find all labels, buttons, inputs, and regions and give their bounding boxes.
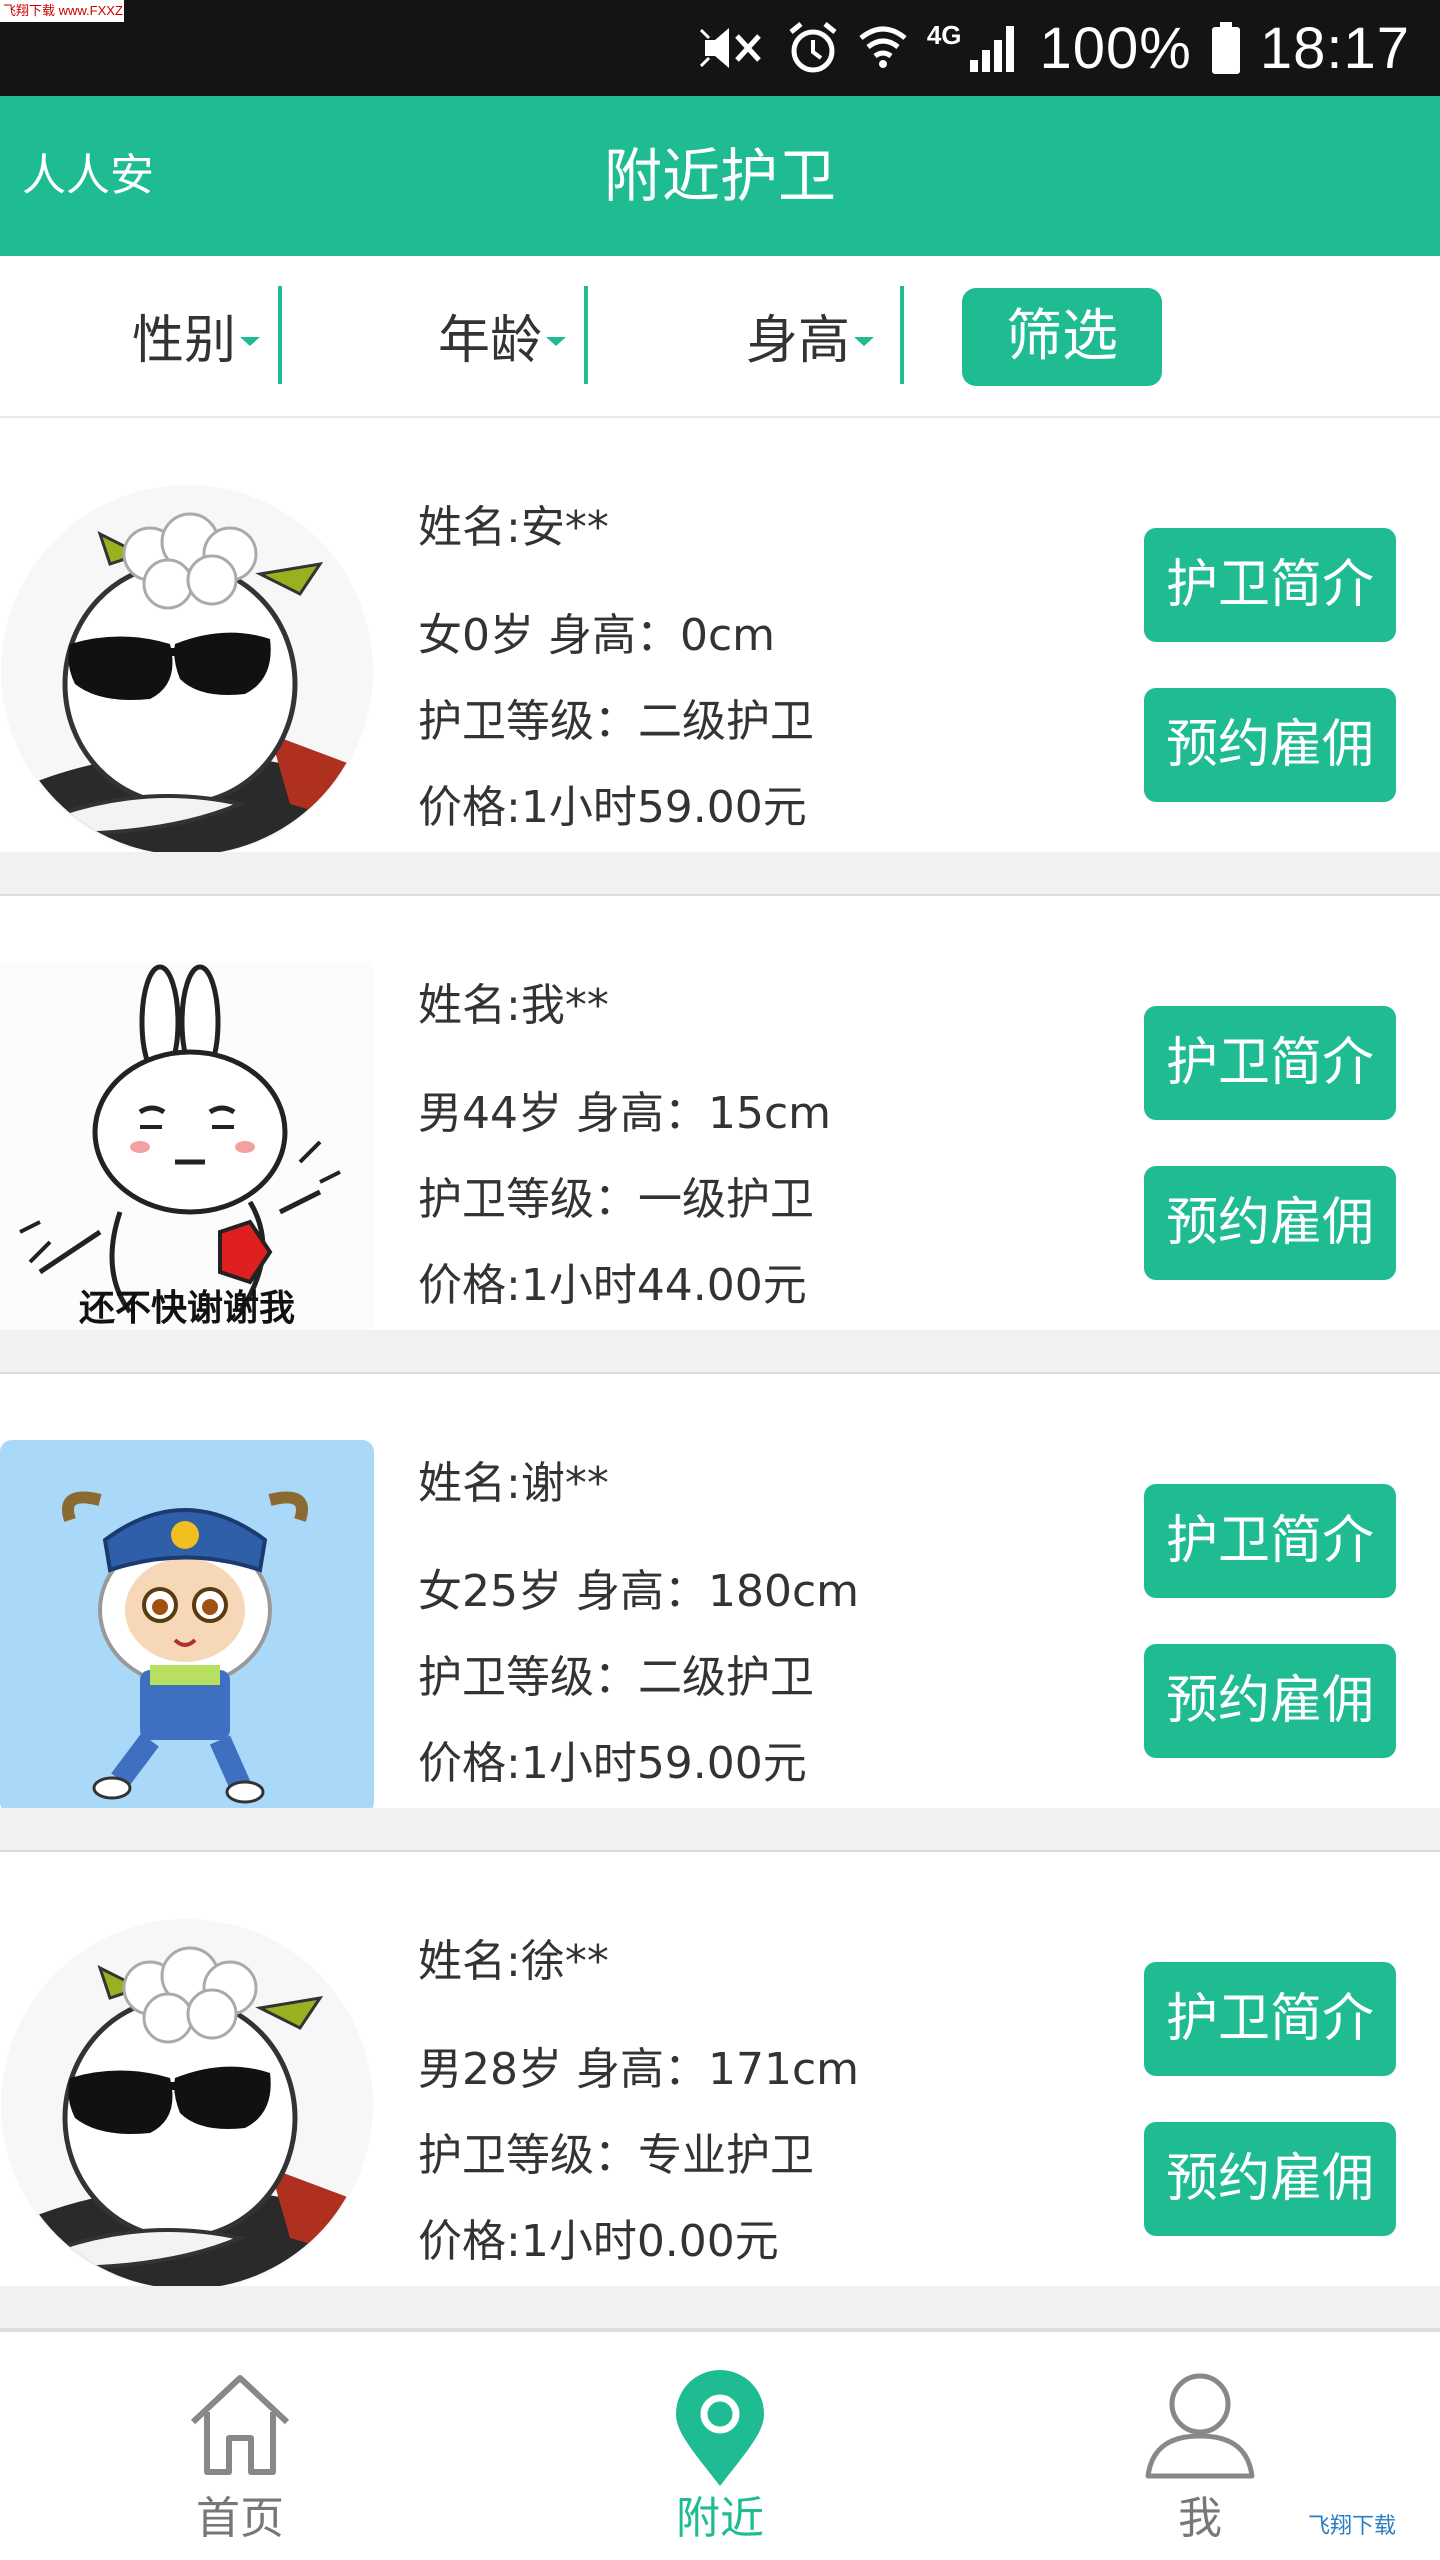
corner-watermark: 飞翔下载 xyxy=(1272,2502,1432,2550)
guard-level: 护卫等级：二级护卫 xyxy=(418,1652,814,1703)
guard-level: 护卫等级：二级护卫 xyxy=(418,696,814,747)
guard-list: 姓名:安** 女0岁 身高：0cm 护卫等级：二级护卫 价格:1小时59.00元… xyxy=(0,418,1440,2330)
guard-card[interactable]: 姓名:谢** 女25岁 身高：180cm 护卫等级：二级护卫 价格:1小时59.… xyxy=(0,1374,1440,1852)
guard-price: 价格:1小时0.00元 xyxy=(418,2216,779,2267)
home-icon xyxy=(185,2370,295,2482)
gender-filter-label: 性别 xyxy=(131,311,236,371)
guard-name: 姓名:安** xyxy=(418,502,609,553)
dropdown-arrow-icon xyxy=(240,336,260,346)
guard-basic: 女0岁 身高：0cm xyxy=(418,610,776,661)
guard-intro-button[interactable]: 护卫简介 xyxy=(1144,1484,1396,1598)
guard-intro-button[interactable]: 护卫简介 xyxy=(1144,1962,1396,2076)
page-title: 附近护卫 xyxy=(603,142,836,210)
hire-button[interactable]: 预约雇佣 xyxy=(1144,1644,1396,1758)
dropdown-arrow-icon xyxy=(854,336,874,346)
hire-button[interactable]: 预约雇佣 xyxy=(1144,688,1396,802)
hire-button[interactable]: 预约雇佣 xyxy=(1144,1166,1396,1280)
guard-price: 价格:1小时44.00元 xyxy=(418,1260,807,1311)
guard-name: 姓名:谢** xyxy=(418,1458,609,1509)
hire-button[interactable]: 预约雇佣 xyxy=(1144,2122,1396,2236)
guard-basic: 男44岁 身高：15cm xyxy=(418,1088,832,1139)
guard-info: 姓名:谢** 女25岁 身高：180cm 护卫等级：二级护卫 价格:1小时59.… xyxy=(418,1452,859,1796)
person-icon xyxy=(1144,2370,1256,2484)
age-filter[interactable]: 年龄 xyxy=(400,292,566,390)
avatar-caption: 还不快谢谢我 xyxy=(79,1288,295,1329)
gender-filter[interactable]: 性别 xyxy=(100,292,260,390)
filter-divider xyxy=(584,286,588,384)
location-pin-icon xyxy=(672,2370,768,2494)
tab-nearby[interactable]: 附近 xyxy=(570,2332,870,2560)
app-header: 人人安 附近护卫 xyxy=(0,96,1440,256)
guard-price: 价格:1小时59.00元 xyxy=(418,782,807,833)
signal-icon xyxy=(968,22,1022,74)
app-root: 飞翔下载 www.FXXZ.com xyxy=(0,0,1440,2560)
height-filter[interactable]: 身高 xyxy=(700,292,874,390)
avatar: 还不快谢谢我 xyxy=(0,962,374,1336)
guard-price: 价格:1小时59.00元 xyxy=(418,1738,807,1789)
mute-icon xyxy=(699,22,769,74)
avatar xyxy=(0,1440,374,1814)
guard-level: 护卫等级：专业护卫 xyxy=(418,2130,814,2181)
card-separator xyxy=(0,2286,1440,2330)
guard-info: 姓名:徐** 男28岁 身高：171cm 护卫等级：专业护卫 价格:1小时0.0… xyxy=(418,1930,859,2274)
tab-home[interactable]: 首页 xyxy=(90,2332,390,2560)
guard-intro-button[interactable]: 护卫简介 xyxy=(1144,1006,1396,1120)
height-filter-label: 身高 xyxy=(745,311,850,371)
guard-level: 护卫等级：一级护卫 xyxy=(418,1174,814,1225)
status-icons: 4G 100% 18:17 xyxy=(699,0,1410,96)
guard-card[interactable]: 姓名:安** 女0岁 身高：0cm 护卫等级：二级护卫 价格:1小时59.00元… xyxy=(0,418,1440,896)
filter-bar: 性别 年龄 身高 筛选 xyxy=(0,256,1440,418)
age-filter-label: 年龄 xyxy=(437,311,542,371)
guard-intro-button[interactable]: 护卫简介 xyxy=(1144,528,1396,642)
guard-name: 姓名:我** xyxy=(418,980,609,1031)
battery-icon xyxy=(1210,20,1242,76)
guard-info: 姓名:安** 女0岁 身高：0cm 护卫等级：二级护卫 价格:1小时59.00元 xyxy=(418,496,814,840)
guard-basic: 女25岁 身高：180cm xyxy=(418,1566,860,1617)
wifi-icon xyxy=(857,22,909,74)
dropdown-arrow-icon xyxy=(546,336,566,346)
card-separator xyxy=(0,852,1440,896)
watermark: 飞翔下载 www.FXXZ.com xyxy=(0,0,124,22)
guard-card[interactable]: 姓名:徐** 男28岁 身高：171cm 护卫等级：专业护卫 价格:1小时0.0… xyxy=(0,1852,1440,2330)
bottom-tab-bar: 首页 附近 我 飞翔下载 xyxy=(0,2330,1440,2560)
card-separator xyxy=(0,1808,1440,1852)
guard-basic: 男28岁 身高：171cm xyxy=(418,2044,860,2095)
filter-button[interactable]: 筛选 xyxy=(962,288,1162,386)
battery-percent: 100% xyxy=(1039,15,1192,81)
filter-divider xyxy=(900,286,904,384)
guard-name: 姓名:徐** xyxy=(418,1936,609,1987)
tab-nearby-label: 附近 xyxy=(676,2493,764,2544)
guard-info: 姓名:我** 男44岁 身高：15cm 护卫等级：一级护卫 价格:1小时44.0… xyxy=(418,974,831,1318)
status-bar: 飞翔下载 www.FXXZ.com xyxy=(0,0,1440,96)
clock: 18:17 xyxy=(1259,15,1410,81)
avatar xyxy=(0,484,374,858)
guard-card[interactable]: 还不快谢谢我 姓名:我** 男44岁 身高：15cm 护卫等级：一级护卫 价格:… xyxy=(0,896,1440,1374)
alarm-icon xyxy=(787,20,839,76)
card-separator xyxy=(0,1330,1440,1374)
filter-divider xyxy=(278,286,282,384)
network-type: 4G xyxy=(926,19,962,50)
tab-home-label: 首页 xyxy=(196,2493,284,2544)
avatar xyxy=(0,1918,374,2292)
